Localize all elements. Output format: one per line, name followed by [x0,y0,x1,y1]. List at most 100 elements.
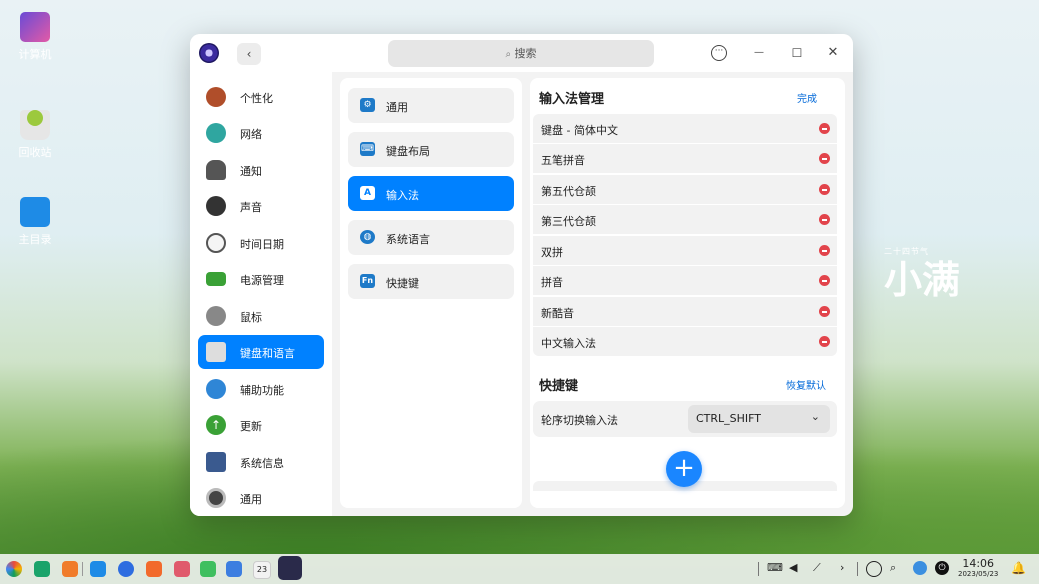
sidebar-item-label: 时间日期 [240,238,284,251]
sidebar-item-label: 辅助功能 [240,384,284,397]
done-button[interactable]: 完成 [797,90,817,105]
submenu-item-system-language[interactable]: ◍ 系统语言 [348,220,514,255]
multitask-view-icon[interactable] [34,561,50,577]
sidebar-item-label: 通用 [240,493,262,506]
tray-divider [758,562,759,576]
remove-icon[interactable] [819,245,830,256]
battery-icon [206,272,226,286]
solar-term-caption: 二十四节气 [884,247,929,256]
music-icon[interactable] [200,561,216,577]
clock-date: 2023/05/23 [958,570,999,578]
input-method-row: 五笔拼音 [533,144,837,173]
personalization-icon [206,87,226,107]
desktop-icon-trash[interactable]: 回收站 [5,103,65,160]
remove-icon[interactable] [819,336,830,347]
power-icon[interactable]: ⏻ [935,561,949,575]
sidebar-item-label: 电源管理 [240,274,284,287]
sidebar-item-accessibility[interactable]: 辅助功能 [198,372,324,406]
add-input-method-button[interactable]: + [666,451,702,487]
update-icon: ↑ [206,415,226,435]
solar-term-name: 小满 [884,257,961,302]
remove-icon[interactable] [819,275,830,286]
submenu-item-label: 键盘布局 [386,145,430,158]
submenu-item-input-method[interactable]: A 输入法 [348,176,514,211]
titlebar: ‹ ⌕ 搜索 ··· — ☐ ✕ [190,34,853,72]
sidebar-item-datetime[interactable]: 时间日期 [198,226,324,260]
sidebar-item-personalization[interactable]: 个性化 [198,80,324,114]
volume-icon[interactable]: ◀ [789,561,797,574]
taskbar-divider [82,562,83,576]
menu-button[interactable]: ··· [708,42,730,64]
remove-icon[interactable] [819,306,830,317]
input-method-row: 第三代仓颉 [533,205,837,234]
control-center-logo-icon [199,43,219,63]
restore-defaults-button[interactable]: 恢复默认 [786,377,826,392]
input-method-row: 中文输入法 [533,327,837,356]
search-input[interactable]: ⌕ 搜索 [388,40,654,67]
globe-icon: ◍ [360,230,375,244]
network-tray-icon[interactable]: ⟋ [813,561,821,575]
sidebar: 个性化 网络 通知 声音 时间日期 电源管理 鼠标 键盘和语言 辅助功能 ↑ 更… [190,72,332,516]
minimize-button[interactable]: — [748,42,770,64]
app-store-icon[interactable] [62,561,78,577]
maximize-button[interactable]: ☐ [786,42,808,64]
mouse-icon [206,306,226,326]
clock[interactable]: 14:06 2023/05/23 [958,558,998,579]
sidebar-item-keyboard-language[interactable]: 键盘和语言 [198,335,324,369]
sidebar-item-notification[interactable]: 通知 [198,153,324,187]
remove-icon[interactable] [819,214,830,225]
switch-shortcut-select[interactable]: CTRL_SHIFT ⌄ [688,405,830,433]
sidebar-item-update[interactable]: ↑ 更新 [198,408,324,442]
submenu-item-label: 通用 [386,101,408,114]
control-center-taskbar-icon[interactable] [278,556,302,580]
gift-app-icon[interactable] [146,561,162,577]
input-method-name: 第五代仓颉 [541,185,596,198]
submenu-item-shortcuts[interactable]: Fn 快捷键 [348,264,514,299]
accessibility-icon [206,379,226,399]
desktop-icon-label: 回收站 [18,146,52,159]
browser-icon[interactable] [118,561,134,577]
desktop-icon-computer[interactable]: 计算机 [5,12,65,62]
network-icon [206,123,226,143]
notification-icon [206,160,226,180]
launcher-icon[interactable] [6,561,22,577]
sound-icon [206,196,226,216]
calendar-icon[interactable]: 23 [253,561,271,579]
taskbar: 23 ⌨ ◀ ⟋ › ⌕ ⏻ 14:06 2023/05/23 🔔 [0,554,1039,584]
document-viewer-icon[interactable] [226,561,242,577]
input-method-name: 第三代仓颉 [541,215,596,228]
control-center-window: ‹ ⌕ 搜索 ··· — ☐ ✕ 个性化 网络 通知 声音 时间日期 电源管理 … [190,34,853,516]
close-button[interactable]: ✕ [822,42,844,64]
sidebar-item-system-info[interactable]: 系统信息 [198,445,324,479]
submenu-item-keyboard-layout[interactable]: ⌨ 键盘布局 [348,132,514,167]
keyboard-tray-icon[interactable]: ⌨ [767,561,783,574]
file-manager-icon[interactable] [90,561,106,577]
remove-icon[interactable] [819,123,830,134]
input-method-name: 五笔拼音 [541,154,585,167]
remove-icon[interactable] [819,184,830,195]
input-method-row: 新酷音 [533,297,837,326]
input-method-panel: 输入法管理 完成 键盘 - 简体中文 五笔拼音 第五代仓颉 第三代仓颉 双拼 拼… [530,78,845,508]
multimedia-icon[interactable] [913,561,927,575]
sidebar-item-network[interactable]: 网络 [198,116,324,150]
sidebar-item-mouse[interactable]: 鼠标 [198,299,324,333]
bell-icon[interactable]: 🔔 [1011,561,1026,575]
sidebar-item-general[interactable]: 通用 [198,481,324,515]
desktop-icon-label: 主目录 [18,233,52,246]
switch-shortcut-label: 轮序切换输入法 [541,414,618,427]
remove-icon[interactable] [819,153,830,164]
sidebar-item-power[interactable]: 电源管理 [198,262,324,296]
submenu-item-general[interactable]: ⚙ 通用 [348,88,514,123]
input-method-icon: A [360,186,375,200]
photo-viewer-icon[interactable] [174,561,190,577]
sidebar-item-label: 个性化 [240,92,273,105]
chevron-right-icon[interactable]: › [840,561,844,574]
input-method-title: 输入法管理 [539,92,605,107]
switch-shortcut-row: 轮序切换输入法 CTRL_SHIFT ⌄ [533,401,837,437]
search-tray-icon[interactable]: ⌕ [890,561,896,575]
desktop-icon-home[interactable]: 主目录 [5,197,65,247]
back-button[interactable]: ‹ [237,43,261,65]
notification-center-icon[interactable] [866,561,882,577]
sidebar-item-sound[interactable]: 声音 [198,189,324,223]
input-method-row: 拼音 [533,266,837,295]
